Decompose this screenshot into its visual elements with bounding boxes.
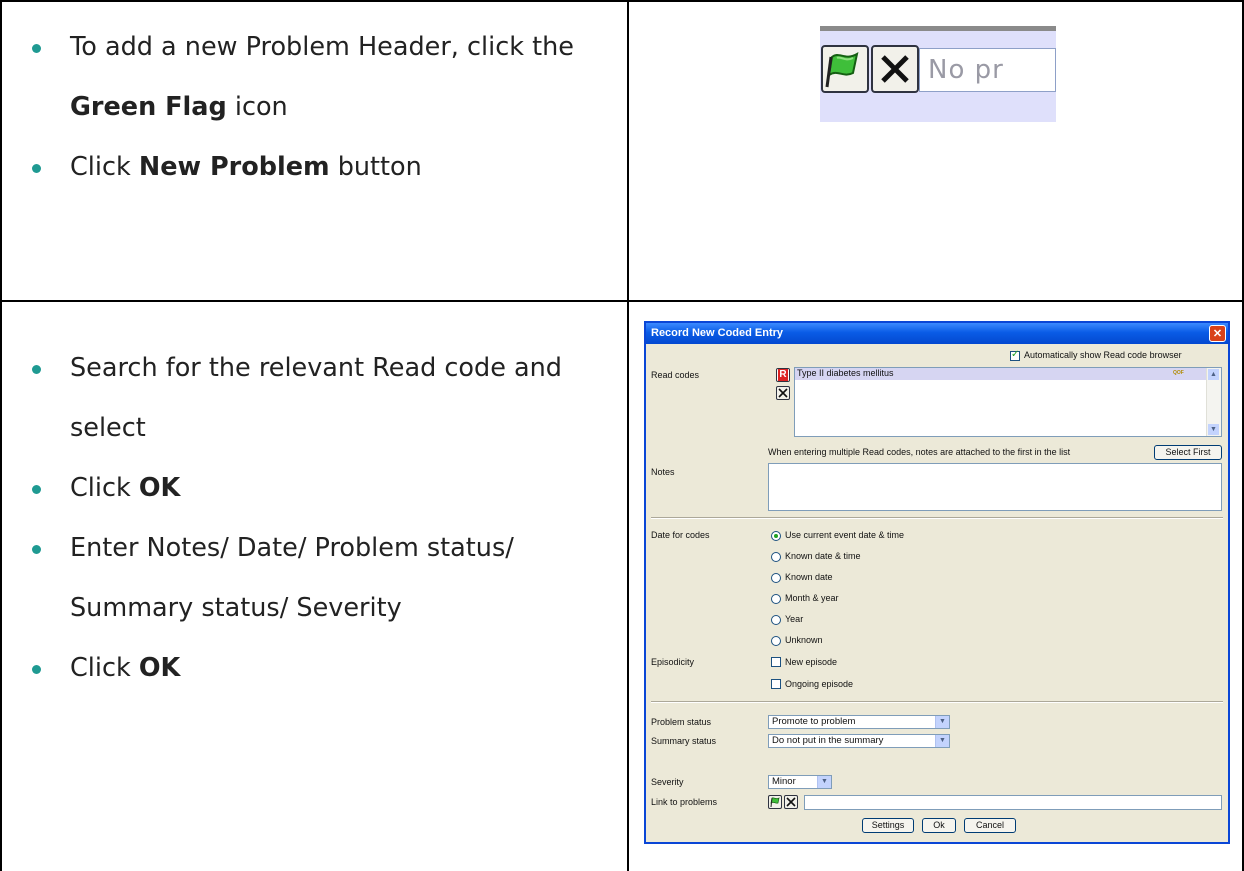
link-to-problems-label: Link to problems [651, 797, 718, 807]
date-option-radio[interactable] [771, 531, 781, 541]
record-new-coded-entry-dialog: Record New Coded Entry ✕ Automatically s… [644, 321, 1230, 844]
auto-show-label: Automatically show Read code browser [1024, 350, 1182, 360]
table-row-divider [0, 300, 1244, 302]
date-option-label: Known date & time [785, 551, 861, 561]
ok-button[interactable]: Ok [922, 818, 956, 833]
date-option-label: Unknown [785, 635, 823, 645]
notes-field[interactable] [768, 463, 1222, 511]
chevron-down-icon[interactable]: ▼ [935, 735, 949, 747]
problem-input[interactable]: No pr [919, 48, 1056, 92]
instruction-text: Click [70, 152, 139, 182]
problem-toolbar-crop: No pr [820, 26, 1056, 122]
instruction-enter-details: Enter Notes/ Date/ Problem status/ Summa… [32, 518, 610, 638]
date-option-radio[interactable] [771, 636, 781, 646]
read-code-row[interactable]: Type II diabetes mellitus QOF [795, 368, 1206, 380]
read-codes-list[interactable]: Type II diabetes mellitus QOF ▲ ▼ [794, 367, 1222, 437]
delete-x-icon[interactable] [871, 45, 919, 93]
date-option-radio[interactable] [771, 615, 781, 625]
list-scrollbar[interactable]: ▲ ▼ [1206, 368, 1221, 436]
date-option-radio[interactable] [771, 552, 781, 562]
date-option-radio[interactable] [771, 594, 781, 604]
table-left-border [0, 0, 2, 871]
bottom-instructions: Search for the relevant Read code and se… [32, 338, 610, 698]
ongoing-episode-label: Ongoing episode [785, 679, 854, 689]
notes-label: Notes [651, 467, 675, 477]
dialog-title: Record New Coded Entry [646, 323, 1228, 344]
new-episode-label: New episode [785, 657, 838, 667]
green-flag-icon[interactable] [768, 795, 782, 809]
green-flag-term: Green Flag [70, 92, 227, 122]
severity-select[interactable]: Minor ▼ [768, 775, 832, 789]
read-code-text: Type II diabetes mellitus [797, 368, 894, 378]
read-codes-label: Read codes [651, 370, 700, 380]
instruction-search-read-code: Search for the relevant Read code and se… [32, 338, 610, 458]
instruction-click-ok-2: Click OK [32, 638, 610, 698]
green-flag-icon[interactable] [821, 45, 869, 93]
instruction-text: button [329, 152, 422, 182]
multi-code-note: When entering multiple Read codes, notes… [768, 447, 1071, 457]
date-for-codes-label: Date for codes [651, 530, 710, 540]
instruction-add-problem-header: To add a new Problem Header, click the G… [32, 17, 590, 137]
date-option-radio[interactable] [771, 573, 781, 583]
instruction-text: icon [226, 92, 288, 122]
scroll-up-icon[interactable]: ▲ [1208, 369, 1219, 380]
summary-status-select[interactable]: Do not put in the summary ▼ [768, 734, 950, 748]
section-separator [651, 701, 1223, 703]
ok-term: OK [138, 473, 181, 503]
instruction-click-ok-1: Click OK [32, 458, 610, 518]
table-top-border [0, 0, 1244, 2]
date-option-label: Month & year [785, 593, 839, 603]
qof-badge: QOF [1173, 370, 1184, 376]
episodicity-label: Episodicity [651, 657, 695, 667]
scroll-down-icon[interactable]: ▼ [1208, 424, 1219, 435]
severity-label: Severity [651, 777, 684, 787]
date-option-label: Year [785, 614, 804, 624]
new-problem-term: New Problem [138, 152, 330, 182]
severity-value: Minor [772, 776, 796, 787]
date-option-label: Known date [785, 572, 833, 582]
read-code-browser-icon[interactable]: R [776, 368, 790, 382]
cancel-button[interactable]: Cancel [964, 818, 1016, 833]
top-instructions: To add a new Problem Header, click the G… [32, 17, 590, 197]
settings-button[interactable]: Settings [862, 818, 914, 833]
link-to-problems-field[interactable] [804, 795, 1222, 810]
close-icon[interactable]: ✕ [1209, 325, 1226, 342]
instruction-new-problem: Click New Problem button [32, 137, 590, 197]
date-option-label: Use current event date & time [785, 530, 905, 540]
instruction-text: Click [70, 653, 139, 683]
chevron-down-icon[interactable]: ▼ [817, 776, 831, 788]
problem-status-value: Promote to problem [772, 716, 856, 727]
chevron-down-icon[interactable]: ▼ [935, 716, 949, 728]
ongoing-episode-checkbox[interactable] [771, 679, 781, 689]
remove-code-icon[interactable] [776, 386, 790, 400]
summary-status-value: Do not put in the summary [772, 735, 884, 746]
auto-show-checkbox[interactable] [1010, 349, 1020, 361]
instruction-text: Click [70, 473, 139, 503]
problem-status-select[interactable]: Promote to problem ▼ [768, 715, 950, 729]
select-first-button[interactable]: Select First [1154, 445, 1222, 460]
table-middle-divider [627, 0, 629, 871]
section-separator [651, 517, 1223, 519]
remove-link-icon[interactable] [784, 795, 798, 809]
summary-status-label: Summary status [651, 736, 717, 746]
instruction-text: To add a new Problem Header, click the [70, 32, 574, 62]
ok-term: OK [138, 653, 181, 683]
toolbar-top-bar [820, 26, 1056, 31]
new-episode-checkbox[interactable] [771, 657, 781, 667]
problem-status-label: Problem status [651, 717, 712, 727]
